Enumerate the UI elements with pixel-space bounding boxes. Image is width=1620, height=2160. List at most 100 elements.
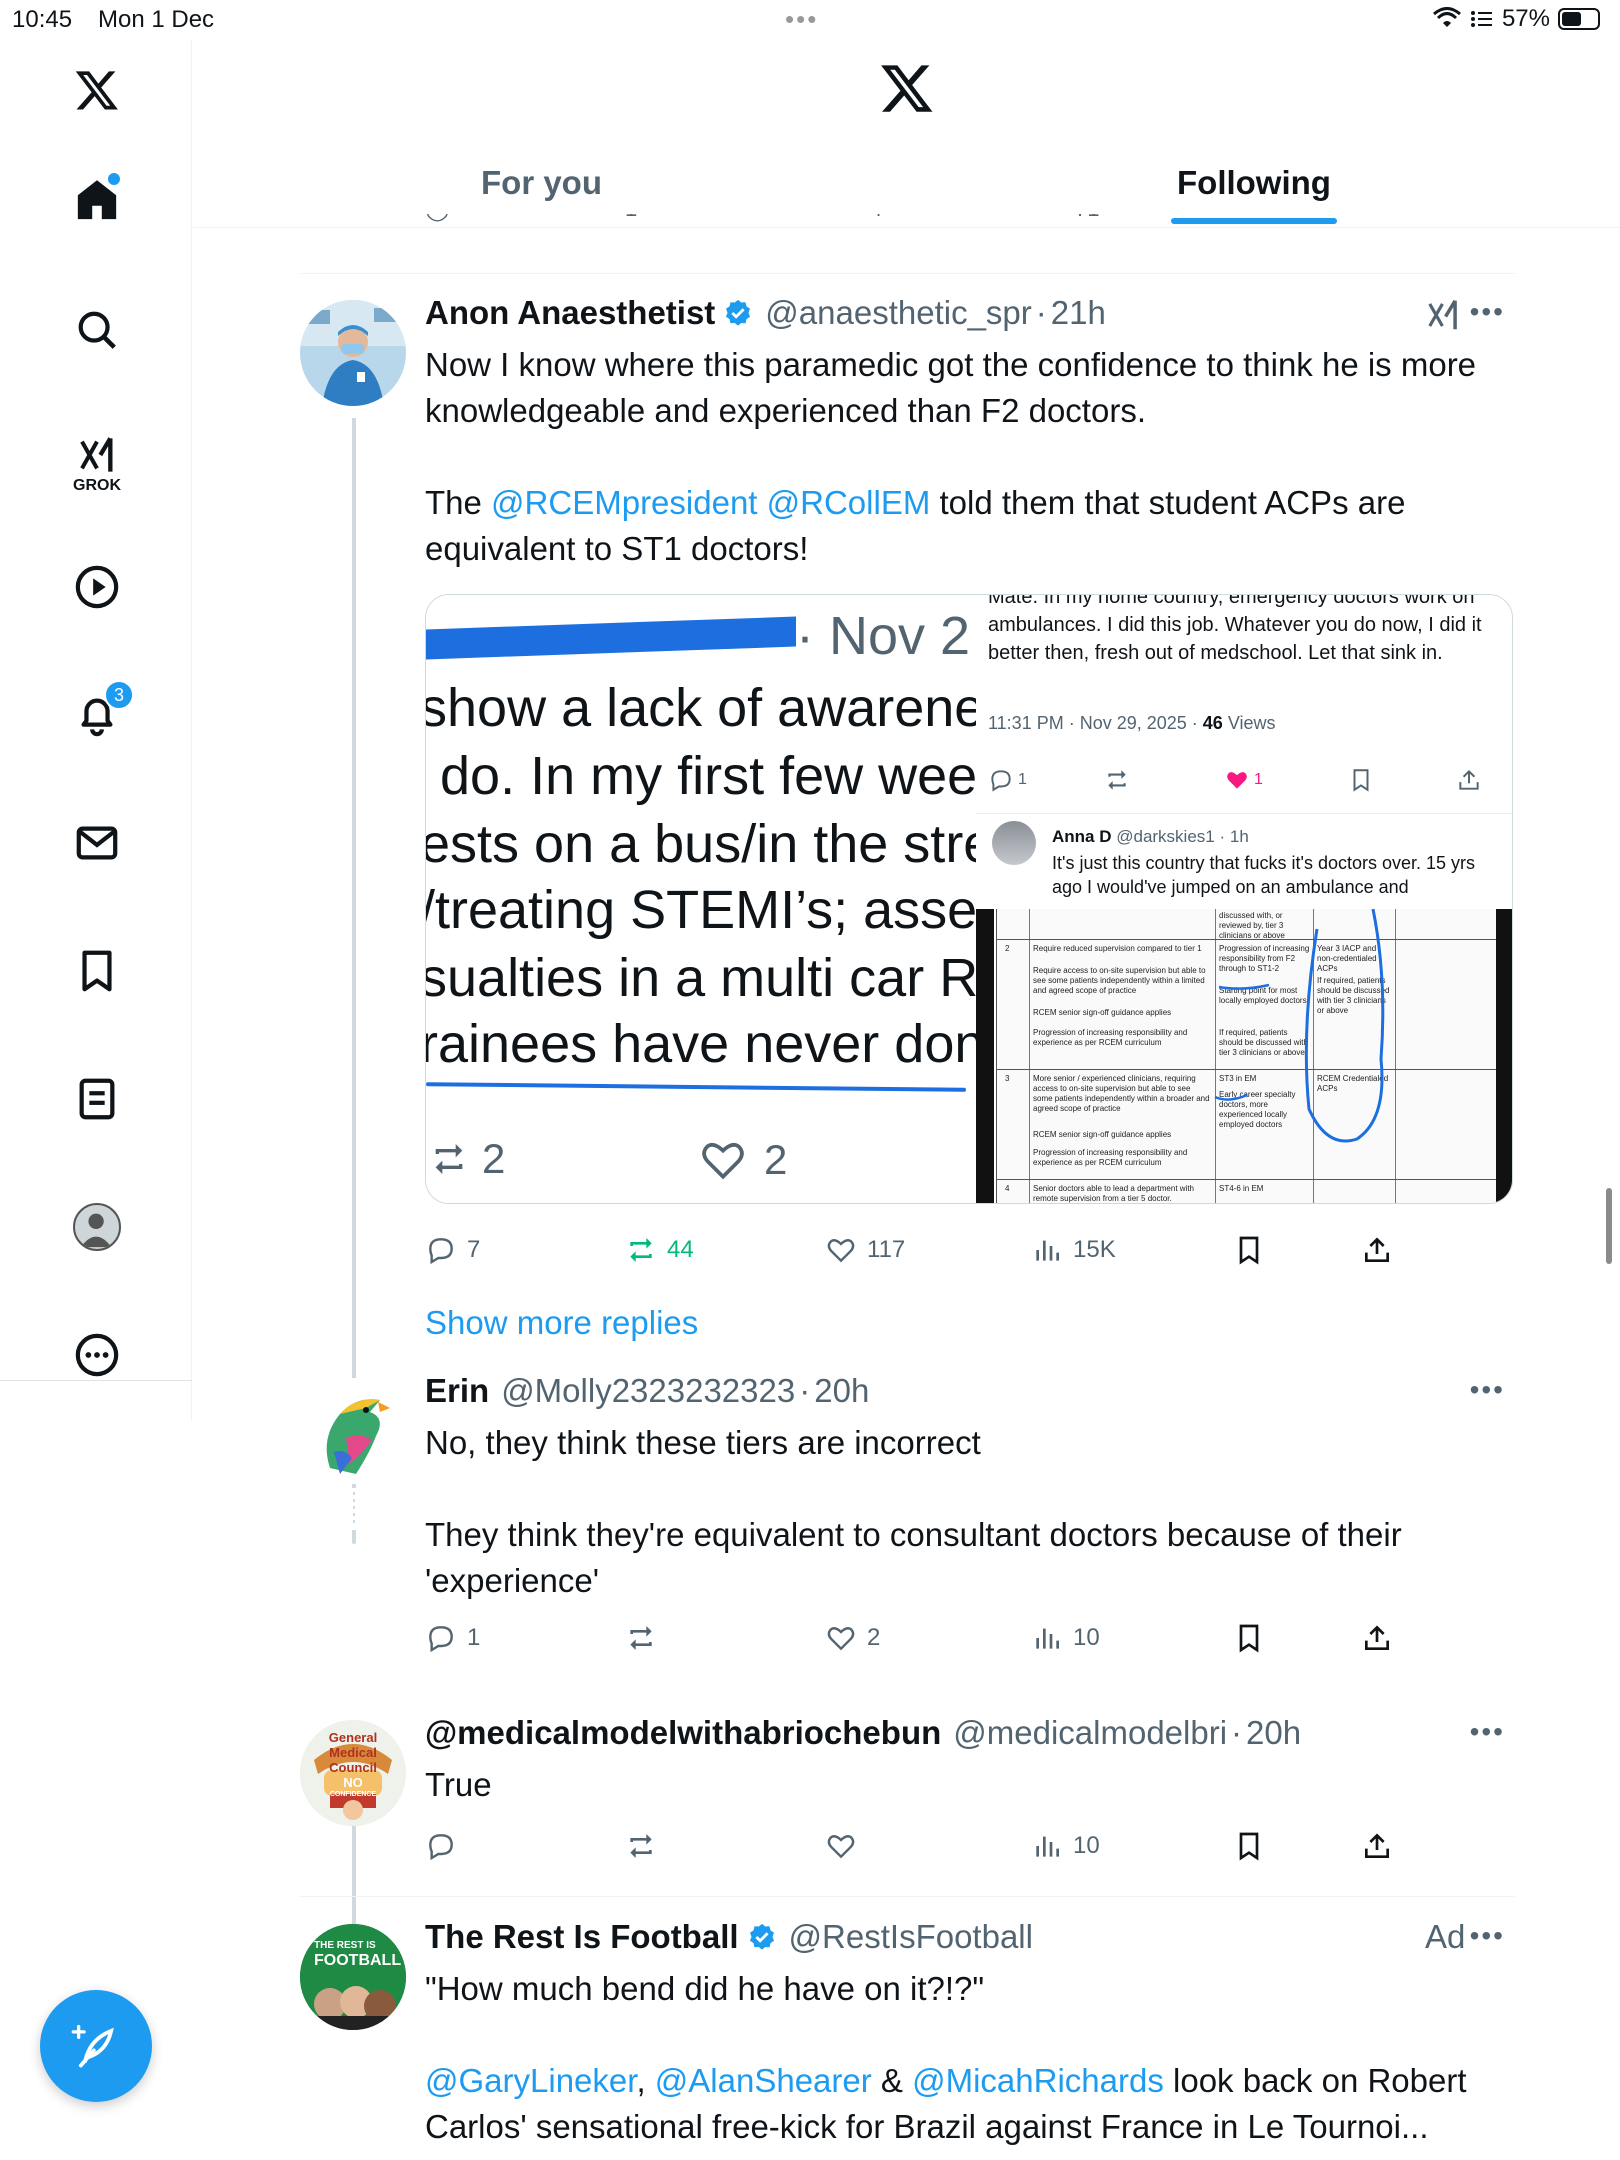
reply-button[interactable]: 1 (425, 1622, 480, 1654)
reply-button[interactable] (425, 1830, 457, 1862)
more-options-icon[interactable]: ••• (1470, 296, 1505, 328)
timeline-header: For you Following (193, 40, 1620, 228)
zoom-date: · Nov 2 (796, 606, 971, 666)
tab-for-you[interactable]: For you (481, 164, 602, 202)
reply-handle: @darkskies1 (1116, 827, 1215, 846)
avatar[interactable] (300, 300, 406, 406)
author-name[interactable]: The Rest Is Football (425, 1918, 739, 1956)
like-count-prev: 4 (870, 214, 882, 222)
battery-icon (1558, 8, 1600, 30)
profile-icon (80, 1213, 112, 1248)
bookmark-button[interactable] (1233, 1622, 1265, 1654)
lists-icon[interactable] (52, 1054, 142, 1144)
more-options-icon[interactable]: ••• (1470, 1716, 1505, 1748)
views-count-prev: 71 (1075, 214, 1099, 222)
bookmarks-icon[interactable] (52, 926, 142, 1016)
mention-micahrichards[interactable]: @MicahRichards (912, 2062, 1164, 2099)
repost-button[interactable] (625, 1622, 657, 1654)
post-time[interactable]: 21h (1051, 294, 1106, 332)
grok-explain-icon[interactable] (1425, 296, 1463, 334)
author-handle[interactable]: @RestIsFootball (789, 1918, 1033, 1956)
more-options-icon[interactable] (52, 1310, 142, 1400)
bookmark-icon (1353, 769, 1369, 792)
mention-rcempresident[interactable]: @RCEMpresident (491, 484, 757, 521)
grok-icon[interactable]: GROK (52, 420, 142, 510)
quoted-share (1456, 767, 1482, 793)
notifications-icon[interactable]: 3 (52, 670, 142, 760)
post-header: Anon Anaesthetist @anaesthetic_spr · 21h (425, 294, 1106, 332)
views-count: 15K (1073, 1236, 1116, 1263)
x-header-logo-icon[interactable] (879, 60, 935, 116)
post-header: The Rest Is Football @RestIsFootball (425, 1918, 1033, 1956)
video-icon[interactable] (52, 542, 142, 632)
like-button[interactable]: 117 (825, 1234, 905, 1266)
repost-button[interactable] (625, 1830, 657, 1862)
share-button[interactable] (1361, 1830, 1393, 1862)
like-count: 2 (867, 1624, 881, 1651)
reply-button[interactable]: 7 (425, 1234, 480, 1266)
reply-time: 1h (1229, 827, 1249, 846)
post-time[interactable]: 20h (1246, 1714, 1301, 1752)
more-options-icon[interactable]: ••• (1470, 1920, 1505, 1952)
like-button[interactable]: 2 (825, 1622, 880, 1654)
text-segment: , (636, 2062, 655, 2099)
author-name[interactable]: Erin (425, 1372, 489, 1410)
author-handle[interactable]: @Molly2323232323 (501, 1372, 795, 1410)
bookmark-button[interactable] (1233, 1830, 1265, 1862)
quoted-meta-time: 11:31 PM · Nov 29, 2025 · (988, 713, 1203, 733)
share-icon (1365, 1833, 1389, 1858)
messages-icon[interactable] (52, 798, 142, 888)
share-icon (1365, 1237, 1389, 1262)
compose-feather-icon (71, 2024, 114, 2068)
zoom-line: /treating STEMI’s; asses (426, 880, 976, 940)
share-button[interactable] (1361, 1234, 1393, 1266)
compose-post-button[interactable] (40, 1990, 152, 2102)
mention-garylineker[interactable]: @GaryLineker (425, 2062, 636, 2099)
scrollbar[interactable] (1606, 1188, 1612, 1264)
home-icon[interactable] (52, 155, 142, 245)
post-media-image[interactable]: · Nov 2 show a lack of awarene do. In my… (425, 594, 1513, 1204)
author-handle[interactable]: @medicalmodelbri (953, 1714, 1227, 1752)
post-divider (300, 273, 1515, 274)
mention-alanshearer[interactable]: @AlanShearer (655, 2062, 872, 2099)
avatar-lettering: THE REST IS FOOTBALL (314, 1938, 401, 1969)
avatar[interactable] (300, 1378, 406, 1484)
views-button[interactable]: 10 (1031, 1622, 1100, 1654)
avatar[interactable]: THE REST IS FOOTBALL (300, 1924, 406, 2030)
tab-following[interactable]: Following (1177, 164, 1331, 202)
author-handle[interactable]: @anaesthetic_spr (765, 294, 1031, 332)
profile-avatar[interactable] (52, 1182, 142, 1272)
more-options-icon[interactable]: ••• (1470, 1374, 1505, 1406)
x-logo-icon[interactable] (52, 45, 142, 135)
avatar[interactable]: General Medical Council NO CONFIDENCE (300, 1720, 406, 1826)
post-header: @medicalmodelwithabriochebun @medicalmod… (425, 1714, 1301, 1752)
mention-rcollem[interactable]: @RCollEM (767, 484, 931, 521)
like-button[interactable] (825, 1830, 857, 1862)
like-count: 117 (867, 1236, 906, 1263)
grok-label: GROK (73, 477, 121, 494)
text-segment: & (871, 2062, 913, 2099)
repost-icon (435, 1144, 463, 1174)
views-button[interactable]: 10 (1031, 1830, 1100, 1862)
bookmark-button[interactable] (1233, 1234, 1265, 1266)
author-name[interactable]: Anon Anaesthetist (425, 294, 715, 332)
author-name[interactable]: @medicalmodelwithabriochebun (425, 1714, 941, 1752)
search-icon[interactable] (52, 285, 142, 375)
status-bar: 10:45 Mon 1 Dec ••• 57% (0, 0, 1620, 40)
post-actions: 1 2 10 (425, 1622, 1405, 1662)
repost-button[interactable]: 44 (625, 1234, 694, 1266)
post-text-line1: Now I know where this paramedic got the … (425, 346, 1486, 429)
notifications-badge: 3 (104, 680, 134, 710)
views-button[interactable]: 15K (1031, 1234, 1116, 1266)
show-more-replies-link[interactable]: Show more replies (425, 1304, 698, 1342)
reply-icon (991, 770, 1011, 792)
verified-badge-icon (749, 1923, 774, 1950)
avatar-text: Medical (329, 1745, 377, 1760)
share-button[interactable] (1361, 1622, 1393, 1654)
reply-avatar (992, 821, 1036, 865)
redaction-scribble (426, 616, 796, 660)
verified-badge-icon (726, 299, 751, 326)
post-time[interactable]: 20h (814, 1372, 869, 1410)
post-actions: 10 (425, 1830, 1405, 1870)
multitasking-dots-icon[interactable]: ••• (785, 4, 818, 35)
